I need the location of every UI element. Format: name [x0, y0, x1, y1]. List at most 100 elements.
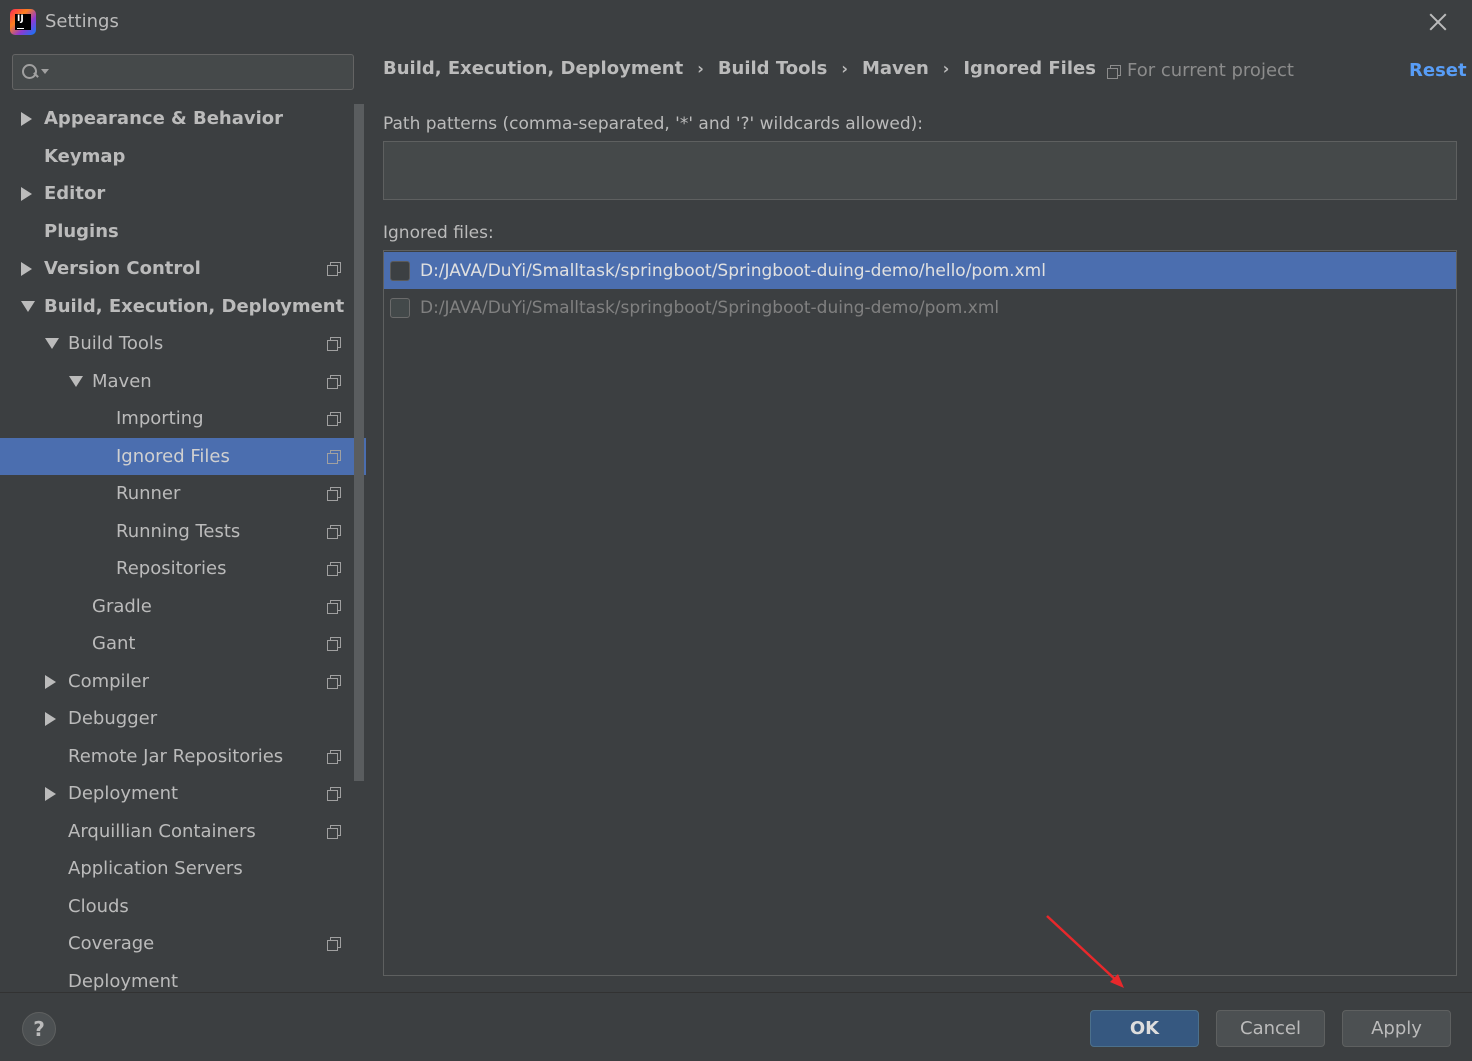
sidebar-item[interactable]: Compiler [0, 663, 366, 701]
path-patterns-label: Path patterns (comma-separated, '*' and … [383, 114, 924, 134]
cancel-button[interactable]: Cancel [1216, 1010, 1325, 1047]
sidebar-item-label: Plugins [44, 220, 119, 242]
project-scope-icon [327, 337, 341, 351]
sidebar-item[interactable]: Gant [0, 625, 366, 663]
ignored-file-row[interactable]: D:/JAVA/DuYi/Smalltask/springboot/Spring… [384, 252, 1456, 289]
sidebar-item-label: Coverage [68, 933, 155, 955]
sidebar-item[interactable]: Application Servers [0, 850, 366, 888]
help-button[interactable]: ? [22, 1012, 56, 1046]
breadcrumb-chevron-icon: › [942, 58, 950, 78]
sidebar-item[interactable]: Debugger [0, 700, 366, 738]
breadcrumb-item[interactable]: Maven [862, 58, 929, 79]
sidebar-item-label: Compiler [68, 670, 150, 692]
sidebar-item-label: Keymap [44, 145, 126, 167]
sidebar-item-label: Clouds [68, 895, 129, 917]
ignored-files-label: Ignored files: [383, 223, 494, 243]
sidebar-item-label: Arquillian Containers [68, 820, 256, 842]
sidebar-item-label: Debugger [68, 708, 158, 730]
breadcrumb-item[interactable]: Build Tools [718, 58, 828, 79]
sidebar-item-label: Importing [116, 408, 204, 430]
expanded-arrow-icon[interactable] [45, 338, 59, 349]
sidebar-item-label: Deployment [68, 970, 179, 992]
ignored-file-checkbox[interactable] [390, 261, 410, 281]
ignored-files-list: D:/JAVA/DuYi/Smalltask/springboot/Spring… [383, 250, 1457, 976]
sidebar-item[interactable]: Repositories [0, 550, 366, 588]
sidebar-item-label: Build, Execution, Deployment [44, 295, 345, 317]
sidebar-item[interactable]: Clouds [0, 888, 366, 926]
sidebar-item-label: Repositories [116, 558, 227, 580]
project-scope-icon [327, 412, 341, 426]
project-scope-icon [327, 374, 341, 389]
project-scope-icon [327, 937, 341, 951]
collapsed-arrow-icon[interactable] [21, 187, 32, 201]
sidebar-scrollbar[interactable] [354, 104, 364, 781]
settings-sidebar: Appearance & Behavior Keymap Editor Plugins… [0, 44, 366, 992]
collapsed-arrow-icon[interactable] [45, 674, 56, 689]
expanded-arrow-icon[interactable] [69, 375, 83, 387]
project-scope-icon [327, 487, 341, 501]
project-scope-icon [327, 674, 341, 689]
sidebar-item-label: Gradle [92, 595, 152, 617]
ignored-file-checkbox[interactable] [390, 298, 410, 318]
sidebar-item[interactable]: Build, Execution, Deployment [0, 288, 366, 326]
reset-link[interactable]: Reset [1409, 60, 1467, 81]
sidebar-item-label: Maven [92, 370, 152, 392]
expanded-arrow-icon[interactable] [21, 300, 35, 312]
sidebar-item-label: Build Tools [68, 333, 164, 355]
sidebar-item[interactable]: Keymap [0, 138, 366, 176]
project-scope-icon [327, 562, 341, 576]
sidebar-item[interactable]: Ignored Files [0, 437, 366, 475]
sidebar-item[interactable]: Version Control [0, 250, 366, 288]
sidebar-item-label: Version Control [44, 258, 201, 280]
breadcrumb: Build, Execution, Deployment › Build Too… [383, 56, 1096, 80]
sidebar-item[interactable]: Build Tools [0, 325, 366, 363]
collapsed-arrow-icon[interactable] [21, 262, 32, 276]
scope-label: For current project [1127, 60, 1294, 81]
ignored-file-path: D:/JAVA/DuYi/Smalltask/springboot/Spring… [420, 297, 1000, 318]
settings-search-box[interactable] [12, 54, 354, 90]
project-scope-icon [327, 749, 341, 764]
breadcrumb-item[interactable]: Build, Execution, Deployment [383, 58, 683, 79]
sidebar-item[interactable]: Deployment [0, 775, 366, 813]
project-scope-icon [327, 824, 341, 839]
breadcrumb-chevron-icon: › [841, 58, 848, 78]
settings-search-input[interactable] [53, 59, 343, 85]
sidebar-item[interactable]: Importing [0, 400, 366, 438]
sidebar-item[interactable]: Gradle [0, 588, 366, 626]
sidebar-item[interactable]: Remote Jar Repositories [0, 738, 366, 776]
breadcrumb-item-current: Ignored Files [963, 57, 1096, 79]
project-scope-icon [327, 262, 341, 276]
sidebar-item[interactable]: Coverage [0, 925, 366, 963]
ignored-file-row[interactable]: D:/JAVA/DuYi/Smalltask/springboot/Spring… [384, 289, 1456, 326]
sidebar-item[interactable]: Appearance & Behavior [0, 100, 366, 138]
project-scope-icon [327, 449, 341, 464]
ok-button[interactable]: OK [1090, 1010, 1199, 1047]
sidebar-item[interactable]: Deployment [0, 963, 366, 993]
collapsed-arrow-icon[interactable] [45, 712, 56, 726]
sidebar-item-label: Deployment [68, 783, 179, 805]
title-bar: IJ Settings [0, 0, 1472, 44]
sidebar-item[interactable]: Running Tests [0, 513, 366, 551]
sidebar-item-label: Running Tests [116, 520, 241, 542]
collapsed-arrow-icon[interactable] [45, 787, 56, 801]
chevron-down-icon[interactable] [41, 69, 49, 74]
collapsed-arrow-icon[interactable] [21, 112, 32, 126]
path-patterns-input[interactable] [383, 141, 1457, 200]
intellij-logo-icon: IJ [10, 9, 36, 35]
window-title: Settings [45, 11, 119, 32]
project-scope-icon [327, 524, 341, 539]
apply-button[interactable]: Apply [1342, 1010, 1451, 1047]
sidebar-item[interactable]: Runner [0, 475, 366, 513]
sidebar-item[interactable]: Arquillian Containers [0, 813, 366, 851]
sidebar-item-label: Editor [44, 183, 106, 205]
project-scope-icon [327, 599, 341, 614]
close-icon[interactable] [1424, 8, 1452, 36]
sidebar-item[interactable]: Plugins [0, 213, 366, 251]
sidebar-item-label: Application Servers [68, 858, 243, 880]
sidebar-item-label: Remote Jar Repositories [68, 745, 284, 767]
sidebar-item[interactable]: Maven [0, 363, 366, 401]
sidebar-item[interactable]: Editor [0, 175, 366, 213]
sidebar-item-label: Appearance & Behavior [44, 108, 284, 130]
search-icon[interactable] [21, 63, 37, 79]
sidebar-item-label: Gant [92, 633, 136, 655]
